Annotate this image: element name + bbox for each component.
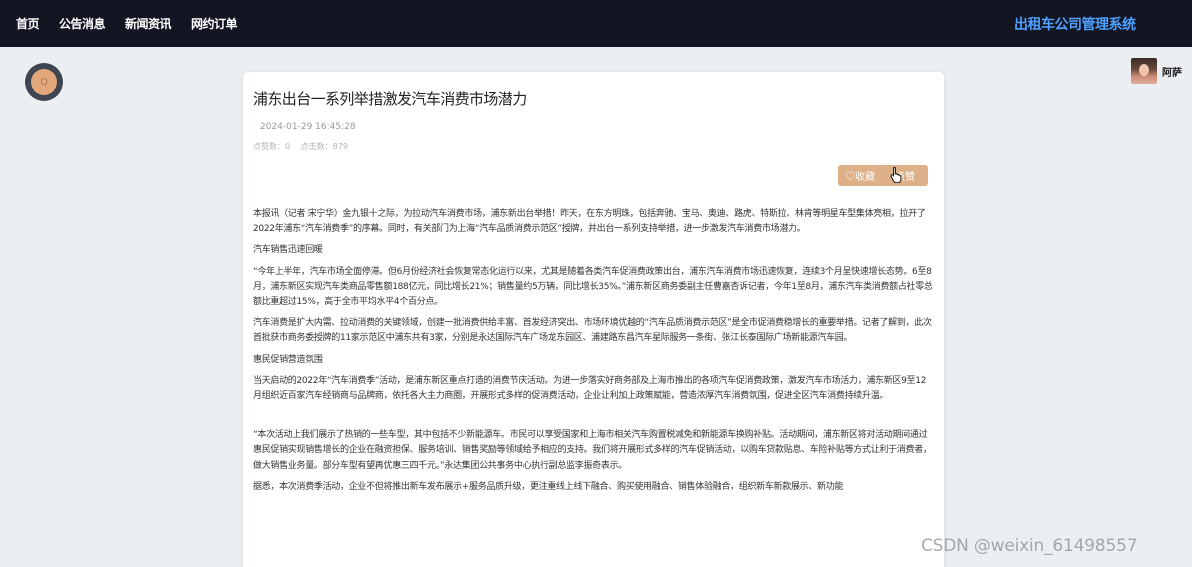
paragraph: 汽车消费是扩大内需、拉动消费的关键领域，创建一批消费供给丰富、首发经济突出、市场…: [253, 318, 932, 344]
article-stats: 点赞数：0 点击数：879: [253, 141, 348, 152]
nav-announcements[interactable]: 公告消息: [59, 15, 106, 32]
nav-ride-orders[interactable]: 网约订单: [191, 15, 238, 32]
nav-home[interactable]: 首页: [16, 15, 40, 32]
favorite-button[interactable]: ♡收藏: [838, 165, 882, 186]
avatar: [1131, 58, 1157, 84]
logo[interactable]: Q: [25, 63, 63, 101]
article-date: 2024-01-29 16:45:28: [260, 122, 356, 132]
like-button[interactable]: 点赞: [882, 165, 928, 186]
article-actions: ♡收藏 点赞: [838, 165, 928, 186]
like-count: 点赞数：0: [253, 142, 291, 151]
section-heading: 汽车销售迅速回暖: [253, 245, 323, 256]
main-nav: 首页 公告消息 新闻资讯 网约订单: [16, 15, 257, 32]
watermark: CSDN @weixin_61498557: [921, 536, 1138, 556]
article-body: 本报讯（记者 宋宁华）金九银十之际，为拉动汽车消费市场，浦东新出台举措！昨天，在…: [253, 207, 933, 501]
article-card: 浦东出台一系列举措激发汽车消费市场潜力 2024-01-29 16:45:28 …: [242, 71, 945, 567]
user-profile[interactable]: 阿萨: [1131, 58, 1182, 84]
username: 阿萨: [1162, 67, 1182, 79]
nav-news[interactable]: 新闻资讯: [125, 15, 172, 32]
paragraph: 当天启动的2022年“汽车消费季”活动，是浦东新区重点打造的消费节庆活动。为进一…: [253, 375, 927, 402]
paragraph: 据悉，本次消费季活动，企业不但将推出新车发布展示+服务品质升级，更注重线上线下融…: [253, 481, 844, 492]
paragraph: “本次活动上我们展示了热销的一些车型，其中包括不少新能源车。市民可以享受国家和上…: [253, 430, 932, 471]
pointer-cursor-icon: [890, 166, 902, 183]
top-navbar: 首页 公告消息 新闻资讯 网约订单 出租车公司管理系统: [0, 0, 1192, 47]
logo-icon: Q: [31, 69, 57, 95]
section-heading: 惠民促销营造氛围: [253, 354, 323, 365]
paragraph: 本报讯（记者 宋宁华）金九银十之际，为拉动汽车消费市场，浦东新出台举措！昨天，在…: [253, 209, 926, 235]
system-title: 出租车公司管理系统: [1014, 17, 1136, 33]
article-title: 浦东出台一系列举措激发汽车消费市场潜力: [253, 90, 527, 108]
click-count: 点击数：879: [300, 142, 348, 151]
paragraph: “今年上半年，汽车市场全面停滞。但6月份经济社会恢复常态化运行以来，尤其是随着各…: [253, 266, 933, 308]
